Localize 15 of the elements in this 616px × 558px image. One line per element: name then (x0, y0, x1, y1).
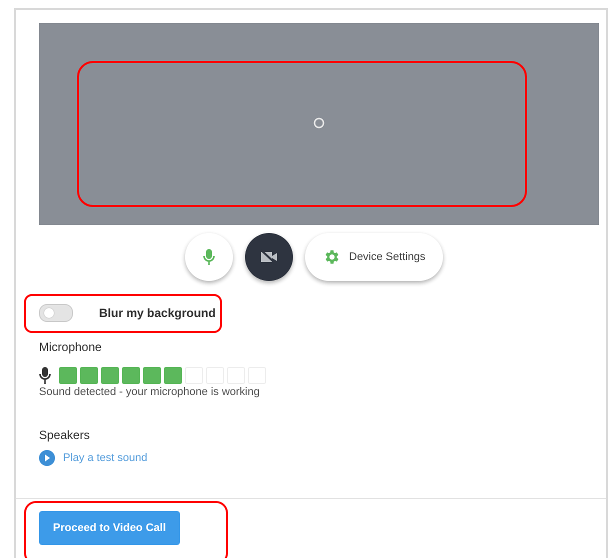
status-text: Sound detected - your microphone is working (39, 386, 261, 398)
blur-label: Blur my background (99, 306, 216, 320)
device-settings-button[interactable]: Device Settings (305, 233, 444, 281)
play-icon (39, 450, 55, 466)
toggle-switch[interactable] (39, 304, 73, 322)
section-title: Microphone (39, 340, 103, 354)
proceed-button[interactable]: Proceed to Video Call (39, 511, 180, 545)
gear-icon (323, 248, 341, 266)
test-sound-link[interactable]: Play a test sound (63, 452, 148, 464)
section-title: Speakers (39, 428, 91, 442)
microphone-button[interactable] (185, 233, 233, 281)
camera-off-icon (259, 249, 279, 265)
microphone-icon (202, 248, 216, 266)
camera-button[interactable] (245, 233, 293, 281)
microphone-icon (39, 367, 51, 384)
